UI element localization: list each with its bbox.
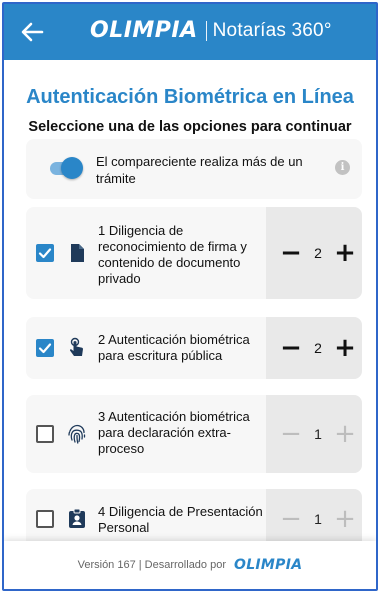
toggle-label: El compareciente realiza más de un trámi… (96, 154, 303, 186)
option-card-2[interactable]: 2 Autenticación biométrica para escritur… (26, 317, 362, 379)
option-checkbox-3[interactable] (36, 425, 54, 443)
document-icon (66, 242, 88, 264)
decrement-button-3[interactable]: − (280, 421, 302, 447)
brand: OLIMPIA Notarías 360° (90, 18, 332, 43)
page-title: Autenticación Biométrica en Línea (26, 86, 354, 108)
id-badge-icon (66, 508, 88, 530)
brand-subtitle: Notarías 360° (212, 19, 332, 41)
footer-olimpia-logo: OLIMPIA (234, 557, 303, 573)
quantity-stepper-2: − 2 + (266, 317, 362, 379)
increment-button-2[interactable]: + (334, 335, 356, 361)
app-frame: OLIMPIA Notarías 360° Autenticación Biom… (2, 2, 378, 591)
option-checkbox-1[interactable] (36, 244, 54, 262)
quantity-value-1: 2 (314, 245, 322, 261)
option-label-3: 3 Autenticación biométrica para declarac… (98, 409, 250, 456)
toggle-knob (61, 157, 83, 179)
multi-procedure-card: El compareciente realiza más de un trámi… (26, 139, 362, 199)
page-subtitle: Seleccione una de las opciones para cont… (28, 119, 352, 135)
quantity-stepper-3: − 1 + (266, 395, 362, 473)
multi-procedure-toggle[interactable] (48, 157, 83, 179)
increment-button-1[interactable]: + (334, 240, 356, 266)
fingerprint-icon (66, 423, 88, 445)
option-card-3[interactable]: 3 Autenticación biométrica para declarac… (26, 395, 362, 473)
brand-divider (205, 20, 207, 41)
app-header: OLIMPIA Notarías 360° (4, 4, 376, 60)
olimpia-logo: OLIMPIA (90, 18, 198, 43)
option-checkbox-2[interactable] (36, 339, 54, 357)
decrement-button-1[interactable]: − (280, 240, 302, 266)
footer-version-text: Versión 167 | Desarrollado por (77, 559, 226, 571)
touch-icon (66, 337, 88, 359)
option-card-4[interactable]: 4 Diligencia de Presentación Personal − … (26, 489, 362, 549)
quantity-stepper-4: − 1 + (266, 489, 362, 549)
option-card-1[interactable]: 1 Diligencia de reconocimiento de firma … (26, 207, 362, 299)
increment-button-4[interactable]: + (334, 506, 356, 532)
quantity-stepper-1: − 2 + (266, 207, 362, 299)
increment-button-3[interactable]: + (334, 421, 356, 447)
quantity-value-4: 1 (314, 511, 322, 527)
back-arrow-icon[interactable] (18, 18, 46, 46)
option-label-2: 2 Autenticación biométrica para escritur… (98, 332, 250, 363)
option-checkbox-4[interactable] (36, 510, 54, 528)
option-label-4: 4 Diligencia de Presentación Personal (98, 504, 263, 535)
app-footer: Versión 167 | Desarrollado por OLIMPIA (4, 541, 376, 589)
decrement-button-4[interactable]: − (280, 506, 302, 532)
decrement-button-2[interactable]: − (280, 335, 302, 361)
quantity-value-2: 2 (314, 340, 322, 356)
info-icon[interactable]: i (335, 160, 350, 175)
option-label-1: 1 Diligencia de reconocimiento de firma … (98, 223, 247, 286)
quantity-value-3: 1 (314, 426, 322, 442)
